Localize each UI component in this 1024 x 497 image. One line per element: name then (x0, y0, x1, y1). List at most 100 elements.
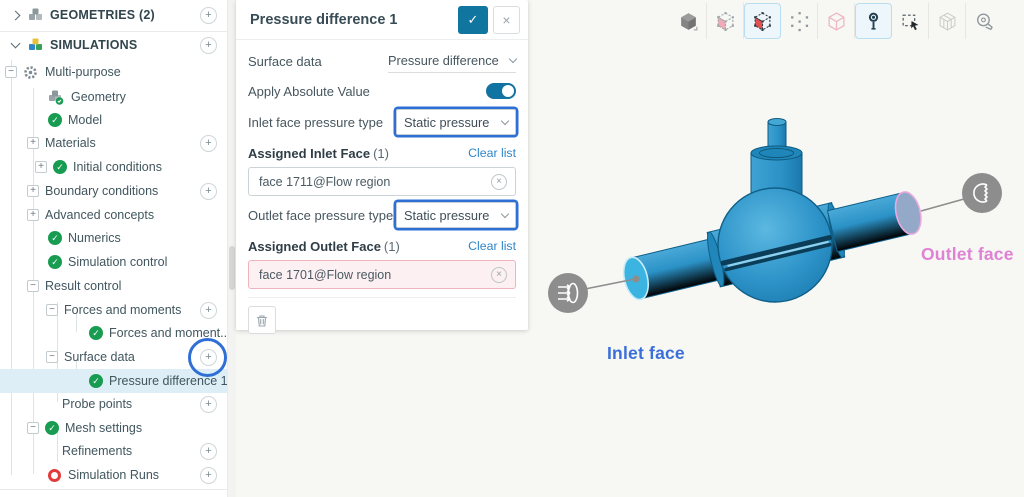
outlet-face-name: face 1701@Flow region (259, 268, 391, 282)
sidebar-item-model[interactable]: Model (0, 108, 228, 132)
assigned-inlet-count: (1) (373, 146, 389, 161)
add-surface-data-button[interactable] (200, 349, 217, 366)
check-circle-icon (48, 113, 62, 127)
tree-label: Materials (45, 136, 96, 150)
confirm-button[interactable] (458, 6, 488, 34)
sidebar-scrollbar[interactable] (228, 0, 236, 497)
clear-inlet-list-link[interactable]: Clear list (468, 146, 516, 160)
sidebar-item-pressure-difference-1[interactable]: Pressure difference 1 (0, 369, 228, 393)
wireframe-cube-icon[interactable] (818, 3, 855, 39)
chevron-down-icon (501, 209, 509, 217)
clear-outlet-list-link[interactable]: Clear list (468, 239, 516, 253)
sidebar-item-forces-and-moments[interactable]: Forces and moments (0, 298, 228, 322)
mesh-cube-icon[interactable] (929, 3, 966, 39)
surface-data-label: Surface data (248, 54, 388, 69)
tree-label: Model (68, 113, 102, 127)
inlet-face-chip[interactable]: face 1711@Flow region (248, 167, 516, 196)
add-forces-button[interactable] (200, 302, 217, 319)
surface-data-select[interactable]: Pressure difference (388, 49, 516, 73)
remove-icon[interactable] (491, 267, 507, 283)
tree-label: Simulation control (68, 255, 167, 269)
cube-face-select-icon[interactable] (744, 3, 781, 39)
sidebar-item-simulation-control[interactable]: Simulation control (0, 250, 228, 274)
panel-footer (248, 297, 516, 334)
outlet-type-select[interactable]: Static pressure (396, 202, 516, 228)
inlet-type-select[interactable]: Static pressure (396, 109, 516, 135)
sidebar-item-advanced-concepts[interactable]: Advanced concepts (0, 203, 228, 227)
add-simulation-button[interactable] (200, 37, 217, 54)
cube-face-highlight-icon[interactable] (707, 3, 744, 39)
sidebar-item-initial-conditions[interactable]: Initial conditions (0, 155, 228, 179)
check-circle-icon (45, 421, 59, 435)
expand-icon[interactable] (27, 209, 39, 221)
sidebar-item-forces-and-moment-1[interactable]: Forces and moment... (0, 321, 228, 345)
check-circle-icon (48, 231, 62, 245)
divider (0, 31, 228, 32)
chevron-down-icon[interactable] (11, 39, 21, 49)
toggle-knob (502, 85, 514, 97)
sidebar-item-simulations[interactable]: SIMULATIONS (0, 33, 228, 57)
tree-label: Probe points (62, 397, 132, 411)
add-geometry-button[interactable] (200, 7, 217, 24)
tree-label: Geometry (71, 90, 126, 104)
solid-cube-icon[interactable] (670, 3, 707, 39)
tree-label: SIMULATIONS (50, 38, 137, 52)
inlet-type-row: Inlet face pressure type Static pressure (248, 106, 516, 138)
collapse-icon[interactable] (46, 351, 58, 363)
check-circle-icon (48, 255, 62, 269)
box-select-icon[interactable] (892, 3, 929, 39)
outlet-type-row: Outlet face pressure type Static pressur… (248, 199, 516, 231)
vertex-select-icon[interactable] (781, 3, 818, 39)
sidebar-item-refinements[interactable]: Refinements (0, 439, 228, 463)
simulations-cubes-icon (28, 38, 43, 52)
delete-button[interactable] (248, 306, 276, 334)
trash-icon (255, 313, 269, 328)
sidebar-item-surface-data[interactable]: Surface data (0, 345, 228, 369)
sidebar-item-numerics[interactable]: Numerics (0, 226, 228, 250)
sidebar-item-boundary-conditions[interactable]: Boundary conditions (0, 179, 228, 203)
sidebar-item-mesh-settings[interactable]: Mesh settings (0, 416, 228, 440)
outlet-face-badge (962, 173, 1002, 213)
expand-icon[interactable] (27, 137, 39, 149)
collapse-icon[interactable] (5, 66, 17, 78)
sidebar-item-multi-purpose[interactable]: Multi-purpose (0, 60, 228, 84)
add-refinement-button[interactable] (200, 443, 217, 460)
probe-pin-icon[interactable] (855, 3, 892, 39)
inlet-type-label: Inlet face pressure type (248, 115, 396, 130)
sidebar-item-probe-points[interactable]: Probe points (0, 392, 228, 416)
tree-label: Boundary conditions (45, 184, 158, 198)
collapse-icon[interactable] (46, 304, 58, 316)
chevron-right-icon[interactable] (11, 10, 21, 20)
scrollbar-thumb[interactable] (229, 246, 235, 290)
outlet-face-chip[interactable]: face 1701@Flow region (248, 260, 516, 289)
apply-absolute-toggle[interactable] (486, 83, 516, 99)
expand-icon[interactable] (27, 185, 39, 197)
sidebar-item-geometries[interactable]: GEOMETRIES (2) (0, 3, 228, 27)
sidebar-item-result-control[interactable]: Result control (0, 274, 228, 298)
sidebar-item-simulation-runs[interactable]: Simulation Runs (0, 463, 228, 487)
add-simulation-run-button[interactable] (200, 467, 217, 484)
tree-label: Forces and moment... (109, 326, 228, 340)
sidebar-item-geometry[interactable]: Geometry (0, 85, 228, 109)
add-probe-point-button[interactable] (200, 396, 217, 413)
expand-icon[interactable] (35, 161, 47, 173)
tree-label: Forces and moments (64, 303, 181, 317)
divider (0, 489, 228, 490)
close-button[interactable] (493, 6, 520, 34)
remove-icon[interactable] (491, 174, 507, 190)
check-circle-icon (89, 326, 103, 340)
collapse-icon[interactable] (27, 422, 39, 434)
collapse-icon[interactable] (27, 280, 39, 292)
inlet-face-label: Inlet face (607, 343, 685, 364)
add-boundary-condition-button[interactable] (200, 183, 217, 200)
apply-absolute-row: Apply Absolute Value (248, 76, 516, 106)
measure-tape-icon[interactable] (966, 3, 1003, 39)
chevron-down-icon (501, 116, 509, 124)
tree-label: Numerics (68, 231, 121, 245)
tree-label: Mesh settings (65, 421, 142, 435)
tree-label: Surface data (64, 350, 135, 364)
assigned-inlet-label: Assigned Inlet Face (248, 146, 370, 161)
add-material-button[interactable] (200, 135, 217, 152)
check-circle-icon (89, 374, 103, 388)
sidebar-item-materials[interactable]: Materials (0, 131, 228, 155)
